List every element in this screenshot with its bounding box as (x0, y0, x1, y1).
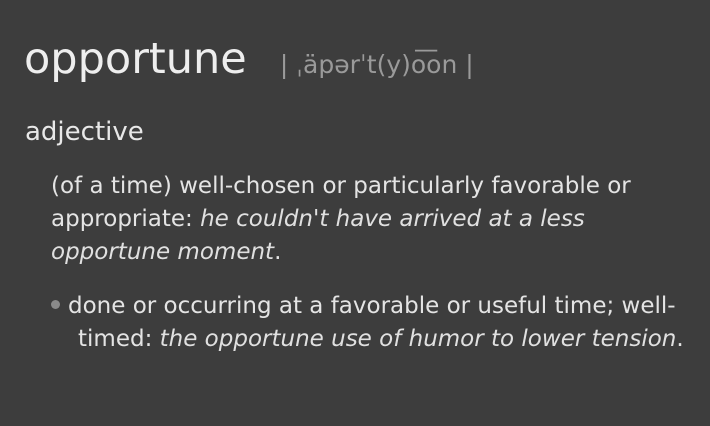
part-of-speech: adjective (25, 117, 144, 147)
sense-2-end: . (676, 326, 684, 352)
sense-1-end: . (274, 239, 282, 265)
sense-2-example: the opportune use of humor to lower tens… (159, 326, 677, 352)
pronunciation: | ˌäpərˈt(y)o͞on | (279, 50, 474, 79)
dictionary-panel: opportune | ˌäpərˈt(y)o͞on | adjective (… (0, 0, 710, 426)
headword: opportune (24, 34, 247, 84)
sense-2-body: done or occurring at a favorable or usef… (51, 290, 701, 356)
sense-1: (of a time) well-chosen or particularly … (51, 170, 701, 269)
bullet-dot-icon (51, 300, 60, 309)
headword-row: opportune | ˌäpərˈt(y)o͞on | (24, 34, 474, 84)
sense-2: done or occurring at a favorable or usef… (51, 290, 701, 356)
